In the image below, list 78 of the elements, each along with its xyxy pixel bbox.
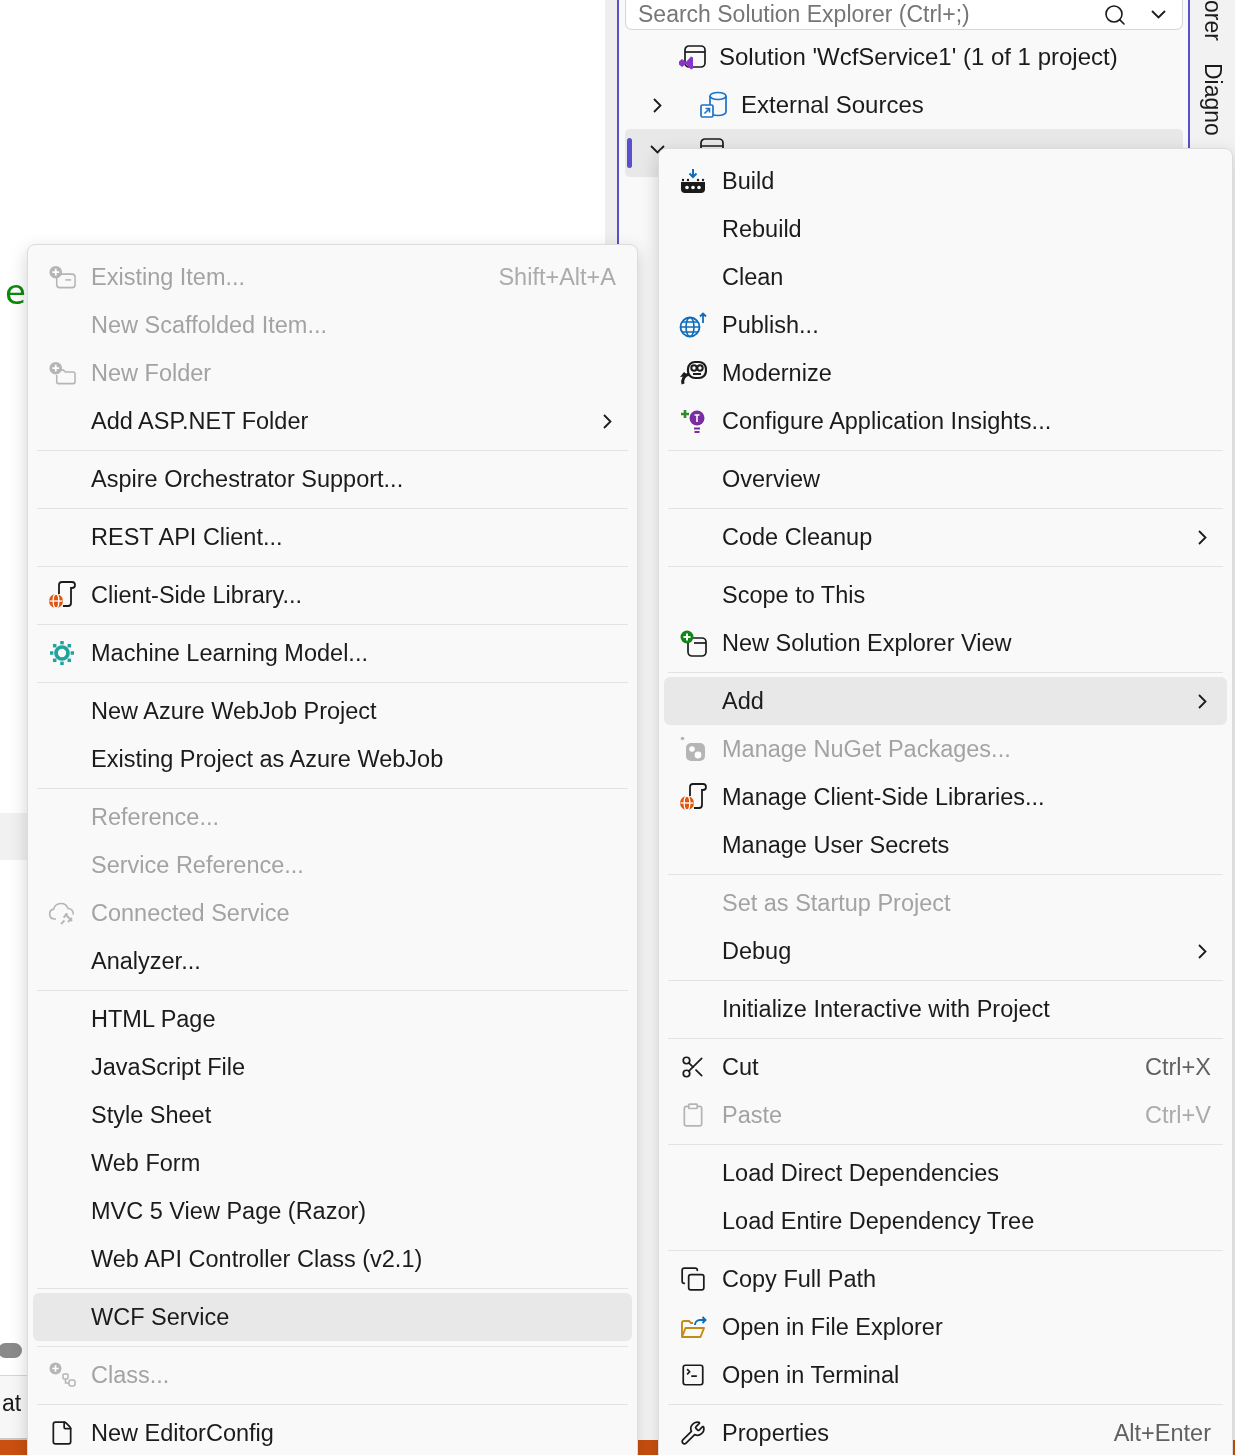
shortcut-text: Ctrl+V (1145, 1101, 1211, 1129)
plus-diagram-icon (48, 1362, 76, 1388)
menu-item[interactable]: Web Form (33, 1139, 632, 1187)
menu-item[interactable]: Aspire Orchestrator Support... (33, 455, 632, 503)
menu-item[interactable]: Rebuild (664, 205, 1227, 253)
menu-item[interactable]: Web API Controller Class (v2.1) (33, 1235, 632, 1283)
tree-item[interactable]: External Sources (625, 81, 1183, 129)
menu-item[interactable]: Code Cleanup (664, 513, 1227, 561)
menu-item[interactable]: Copy Full Path (664, 1255, 1227, 1303)
menu-item[interactable]: Clean (664, 253, 1227, 301)
globe-upload-icon (679, 312, 707, 338)
search-field[interactable]: Search Solution Explorer (Ctrl+;) (638, 0, 1079, 29)
side-tab[interactable]: Diagno (1199, 62, 1226, 136)
tree-item[interactable]: Solution 'WcfService1' (1 of 1 project) (625, 33, 1183, 81)
lightbulb-plus-icon (680, 408, 706, 434)
menu-item[interactable]: Add (664, 677, 1227, 725)
menu-item[interactable]: Load Entire Dependency Tree (664, 1197, 1227, 1245)
database-arrow-icon (700, 91, 728, 119)
menu-item[interactable]: HTML Page (33, 995, 632, 1043)
shortcut-text: Shift+Alt+A (498, 263, 616, 291)
menu-item[interactable]: Existing Project as Azure WebJob (33, 735, 632, 783)
selection-indicator (627, 138, 632, 168)
menu-item[interactable]: Open in File Explorer (664, 1303, 1227, 1351)
menu-item[interactable]: Client-Side Library... (33, 571, 632, 619)
shortcut-text: Ctrl+X (1145, 1053, 1211, 1081)
search-icon (1103, 2, 1127, 27)
menu-item[interactable]: Properties Alt+Enter (664, 1409, 1227, 1455)
code-text: e (4, 271, 26, 314)
copy-icon (680, 1266, 706, 1292)
chevron-right-icon[interactable] (652, 97, 662, 113)
menu-item[interactable]: New Solution Explorer View (664, 619, 1227, 667)
menu-item[interactable]: Cut Ctrl+X (664, 1043, 1227, 1091)
menu-item[interactable]: JavaScript File (33, 1043, 632, 1091)
menu-item[interactable]: Scope to This (664, 571, 1227, 619)
shortcut-text: Alt+Enter (1113, 1419, 1211, 1447)
menu-item[interactable]: Publish... (664, 301, 1227, 349)
robot-arrow-icon (679, 360, 707, 386)
menu-item[interactable]: Initialize Interactive with Project (664, 985, 1227, 1033)
globe-scroll-icon (679, 783, 707, 811)
tray-arrow-icon (679, 168, 707, 194)
menu-item[interactable]: MVC 5 View Page (Razor) (33, 1187, 632, 1235)
chevron-down-icon[interactable] (649, 144, 665, 154)
window-logo-icon (678, 43, 706, 71)
menu-item[interactable]: Debug (664, 927, 1227, 975)
document-icon (49, 1420, 75, 1446)
globe-scroll-icon (48, 581, 76, 609)
plus-box-icon (48, 265, 76, 289)
window-icon (700, 138, 724, 148)
menu-item[interactable]: Modernize (664, 349, 1227, 397)
menu-item[interactable]: Add ASP.NET Folder (33, 397, 632, 445)
folder-arrow-icon (679, 1314, 707, 1340)
search-box[interactable]: Search Solution Explorer (Ctrl+;) (625, 0, 1183, 30)
menu-item[interactable]: New EditorConfig (33, 1409, 632, 1455)
menu-item[interactable]: New Azure WebJob Project (33, 687, 632, 735)
terminal-icon (680, 1362, 706, 1388)
chevron-down-icon[interactable] (1151, 10, 1166, 19)
menu-item[interactable]: Style Sheet (33, 1091, 632, 1139)
menu-item[interactable]: Machine Learning Model... (33, 629, 632, 677)
panel-tab[interactable]: at (2, 1388, 22, 1418)
cloud-plug-icon (48, 901, 76, 925)
menu-item[interactable]: Manage User Secrets (664, 821, 1227, 869)
clipboard-icon (680, 1102, 706, 1128)
menu-item[interactable]: Configure Application Insights... (664, 397, 1227, 445)
menu-item[interactable]: Open in Terminal (664, 1351, 1227, 1399)
gear-icon (50, 641, 74, 665)
plus-folder-icon (48, 361, 76, 385)
menu-item[interactable]: REST API Client... (33, 513, 632, 561)
dots-tile-icon (680, 736, 706, 762)
side-tab[interactable]: orer (1199, 0, 1226, 41)
scrollbar-thumb[interactable] (0, 1342, 22, 1358)
window-plus-icon (679, 629, 707, 657)
menu-item[interactable]: Load Direct Dependencies (664, 1149, 1227, 1197)
menu-item[interactable]: Manage Client-Side Libraries... (664, 773, 1227, 821)
menu-item[interactable]: Build (664, 157, 1227, 205)
menu-item[interactable]: Analyzer... (33, 937, 632, 985)
menu-item[interactable]: Overview (664, 455, 1227, 503)
menu-item[interactable]: WCF Service (33, 1293, 632, 1341)
wrench-icon (680, 1420, 706, 1446)
